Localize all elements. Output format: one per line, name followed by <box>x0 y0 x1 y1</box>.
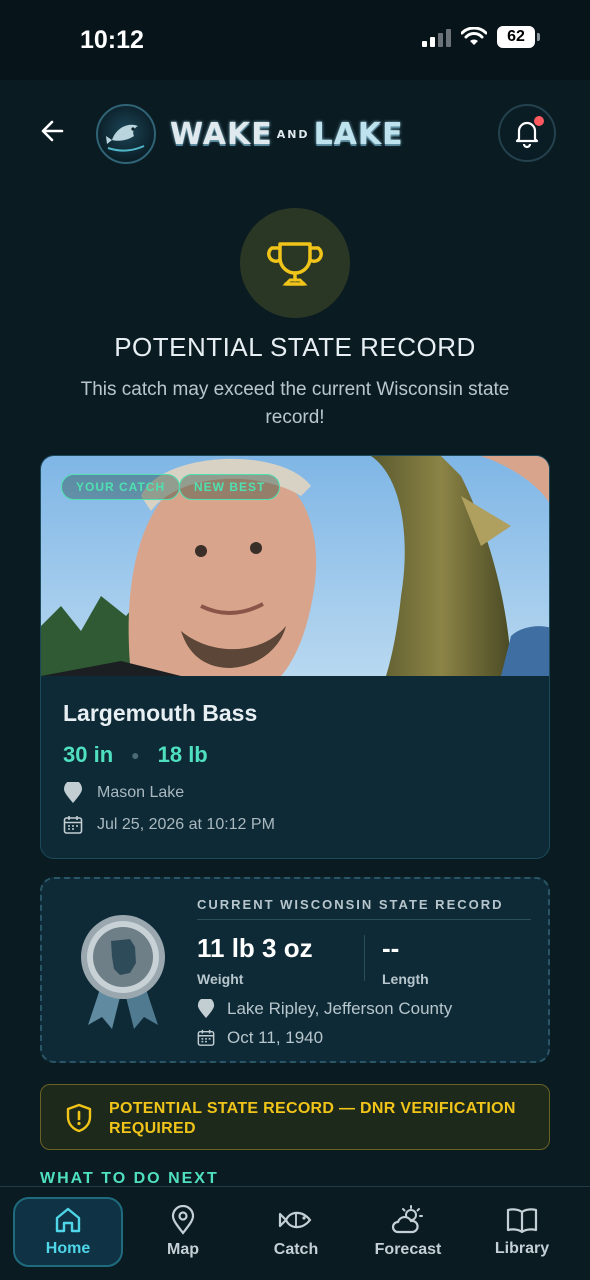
dnr-warning-banner: POTENTIAL STATE RECORD — DNR VERIFICATIO… <box>40 1084 550 1150</box>
location-pin-icon <box>197 999 215 1018</box>
book-icon <box>506 1208 538 1234</box>
catch-length: 30 in <box>63 742 114 767</box>
status-bar: 10:12 62 <box>0 0 590 80</box>
record-weight-label: Weight <box>197 971 244 987</box>
record-location: Lake Ripley, Jefferson County <box>227 999 453 1018</box>
record-location-row: Lake Ripley, Jefferson County <box>197 999 452 1019</box>
record-date: Oct 11, 1940 <box>227 1028 324 1047</box>
page-subtitle: This catch may exceed the current Wiscon… <box>80 379 510 428</box>
app-header: WAKE AND LAKE <box>0 80 590 190</box>
tab-library[interactable]: Library <box>467 1197 577 1267</box>
notifications-button[interactable] <box>498 104 556 162</box>
badge-new-best: NEW BEST <box>179 474 281 500</box>
weather-icon <box>391 1205 423 1234</box>
record-date-row: Oct 11, 1940 <box>197 1028 323 1048</box>
status-icons: 62 <box>422 26 540 48</box>
logo-word-and: AND <box>276 127 310 141</box>
dnr-warning-text: POTENTIAL STATE RECORD — DNR VERIFICATIO… <box>109 1100 516 1137</box>
tab-catch[interactable]: Catch <box>241 1197 351 1267</box>
battery-indicator: 62 <box>497 26 535 48</box>
tab-forecast-label: Forecast <box>374 1241 442 1258</box>
calendar-icon <box>63 816 83 834</box>
bell-icon <box>515 121 539 149</box>
record-length-value: -- <box>382 933 400 963</box>
shield-alert-icon <box>66 1103 92 1133</box>
battery-cap <box>537 33 540 41</box>
record-length-label: Length <box>382 971 429 987</box>
logo-word-lake: LAKE <box>313 116 404 152</box>
catch-location: Mason Lake <box>97 784 185 801</box>
tab-catch-label: Catch <box>273 1241 319 1258</box>
tab-forecast[interactable]: Forecast <box>353 1197 463 1267</box>
catch-measurements: 30 in ● 18 lb <box>63 742 208 768</box>
catch-species: Largemouth Bass <box>63 700 258 726</box>
logo-badge <box>96 104 156 164</box>
map-pin-icon <box>171 1205 195 1235</box>
catch-date-row: Jul 25, 2026 at 10:12 PM <box>63 815 275 835</box>
logo-word-wake: WAKE <box>170 116 273 152</box>
medal-icon <box>81 915 165 1029</box>
trophy-badge <box>240 208 350 318</box>
page-title: POTENTIAL STATE RECORD <box>114 332 476 362</box>
fish-icon <box>278 1211 312 1229</box>
state-record-card: CURRENT WISCONSIN STATE RECORD 11 lb 3 o… <box>40 877 550 1063</box>
back-button[interactable] <box>36 114 70 148</box>
wifi-icon <box>461 27 487 45</box>
bottom-tab-bar: Home Map Catch Forecast Library <box>0 1186 590 1280</box>
app-logo-wordmark: WAKE AND LAKE <box>170 114 404 154</box>
tab-home-label: Home <box>45 1240 91 1257</box>
fish-logo-icon <box>106 124 145 152</box>
tab-map[interactable]: Map <box>128 1197 238 1267</box>
trophy-icon <box>267 242 323 286</box>
home-icon <box>55 1207 81 1233</box>
catch-card[interactable]: YOUR CATCH NEW BEST Largemouth Bass 30 i… <box>40 455 550 859</box>
arrow-left-icon <box>41 120 64 142</box>
record-stat-divider <box>364 935 365 981</box>
tab-map-label: Map <box>167 1241 199 1258</box>
badge-your-catch: YOUR CATCH <box>61 474 181 500</box>
measure-separator: ● <box>131 747 140 763</box>
state-record-divider <box>197 919 531 920</box>
state-record-title: CURRENT WISCONSIN STATE RECORD <box>197 897 504 912</box>
catch-date: Jul 25, 2026 at 10:12 PM <box>97 816 275 833</box>
location-pin-icon <box>64 782 82 803</box>
signal-icon <box>422 27 451 47</box>
notification-dot <box>534 116 544 126</box>
tab-home[interactable]: Home <box>13 1197 123 1267</box>
catch-photo: YOUR CATCH NEW BEST <box>41 456 549 676</box>
status-time: 10:12 <box>80 26 144 54</box>
catch-weight: 18 lb <box>157 742 208 767</box>
tab-library-label: Library <box>494 1240 550 1257</box>
record-weight-value: 11 lb 3 oz <box>197 933 313 963</box>
calendar-icon <box>197 1029 215 1046</box>
catch-location-row: Mason Lake <box>63 782 184 804</box>
